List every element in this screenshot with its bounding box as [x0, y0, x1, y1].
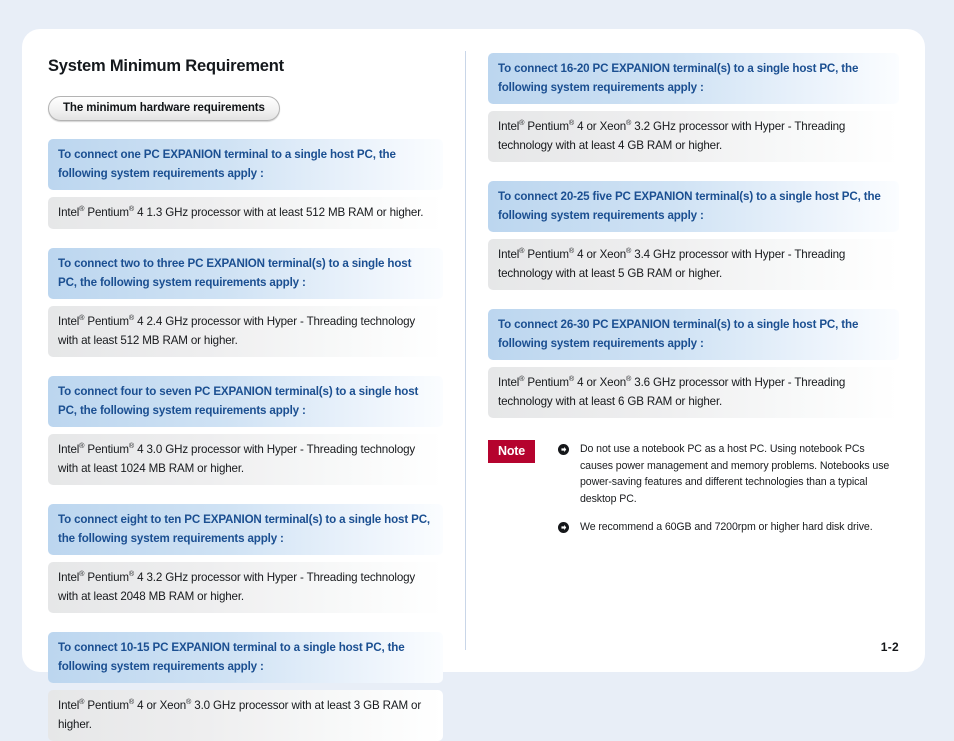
right-section-heading: To connect 20-25 five PC EXPANION termin… — [488, 181, 899, 232]
left-section-heading: To connect eight to ten PC EXPANION term… — [48, 504, 443, 555]
hardware-requirements-pill: The minimum hardware requirements — [48, 96, 280, 121]
note-item: Do not use a notebook PC as a host PC. U… — [557, 441, 899, 507]
left-section-body: Intel® Pentium® 4 3.0 GHz processor with… — [48, 434, 443, 485]
arrow-bullet-icon — [557, 444, 569, 455]
left-section-heading: To connect one PC EXPANION terminal to a… — [48, 139, 443, 190]
note-badge: Note — [488, 440, 535, 463]
left-column: System Minimum Requirement The minimum h… — [22, 29, 465, 741]
page-number: 1-2 — [880, 640, 899, 654]
right-column: To connect 16-20 PC EXPANION terminal(s)… — [466, 29, 925, 672]
left-section-body: Intel® Pentium® 4 or Xeon® 3.0 GHz proce… — [48, 690, 443, 741]
page-title: System Minimum Requirement — [48, 57, 284, 75]
note-item-text: Do not use a notebook PC as a host PC. U… — [579, 443, 890, 505]
right-section-body: Intel® Pentium® 4 or Xeon® 3.6 GHz proce… — [488, 367, 899, 418]
note-item: We recommend a 60GB and 7200rpm or highe… — [557, 519, 899, 536]
left-section-heading: To connect 10-15 PC EXPANION terminal to… — [48, 632, 443, 683]
left-section-heading: To connect four to seven PC EXPANION ter… — [48, 376, 443, 427]
document-page: System Minimum Requirement The minimum h… — [22, 29, 925, 741]
left-section-body: Intel® Pentium® 4 3.2 GHz processor with… — [48, 562, 443, 613]
note-item-list: Do not use a notebook PC as a host PC. U… — [557, 440, 899, 536]
arrow-bullet-icon — [557, 522, 569, 533]
right-section-body: Intel® Pentium® 4 or Xeon® 3.2 GHz proce… — [488, 111, 899, 162]
left-section-body: Intel® Pentium® 4 1.3 GHz processor with… — [48, 197, 443, 229]
right-sections: To connect 16-20 PC EXPANION terminal(s)… — [488, 53, 899, 418]
right-section-heading: To connect 26-30 PC EXPANION terminal(s)… — [488, 309, 899, 360]
right-section-heading: To connect 16-20 PC EXPANION terminal(s)… — [488, 53, 899, 104]
note-item-text: We recommend a 60GB and 7200rpm or highe… — [579, 521, 873, 533]
left-section-body: Intel® Pentium® 4 2.4 GHz processor with… — [48, 306, 443, 357]
left-sections: To connect one PC EXPANION terminal to a… — [48, 139, 443, 741]
right-section-body: Intel® Pentium® 4 or Xeon® 3.4 GHz proce… — [488, 239, 899, 290]
left-section-heading: To connect two to three PC EXPANION term… — [48, 248, 443, 299]
page-columns: System Minimum Requirement The minimum h… — [22, 29, 925, 741]
note-block: Note Do not use a notebook PC as a host … — [488, 440, 899, 536]
